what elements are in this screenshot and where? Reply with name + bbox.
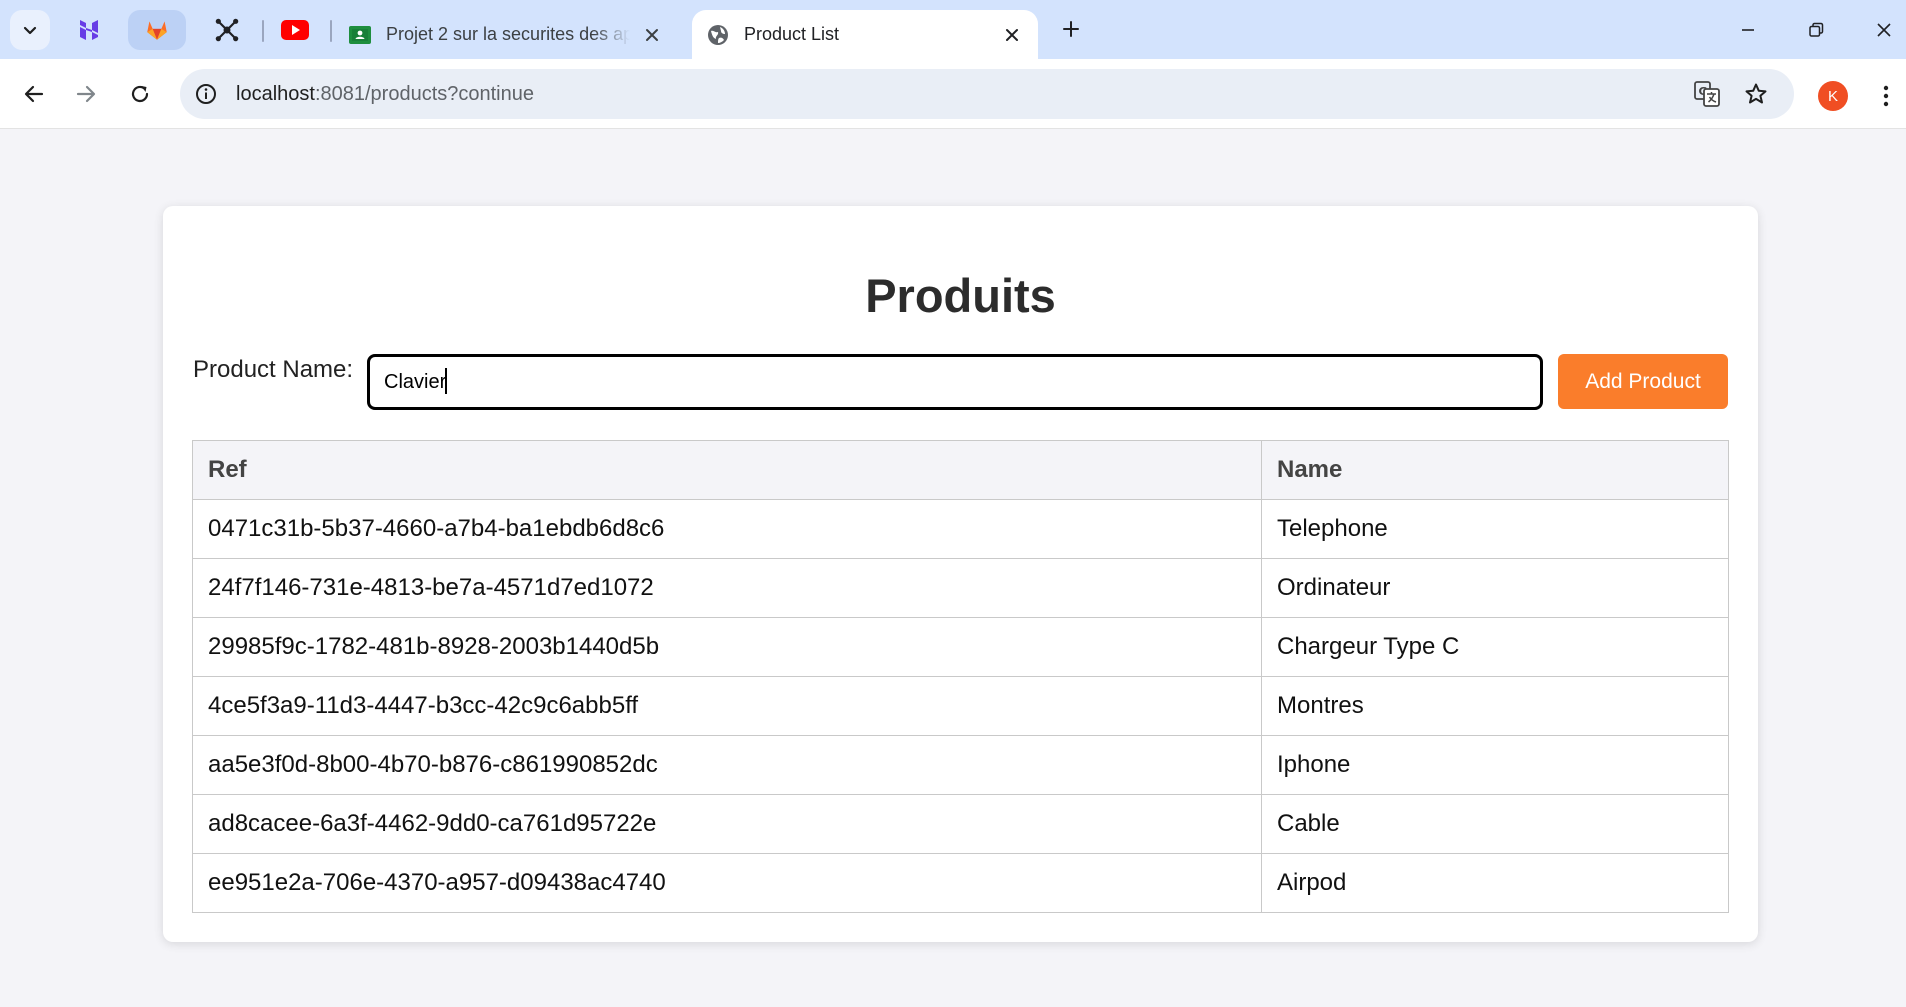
ref-cell: aa5e3f0d-8b00-4b70-b876-c861990852dc	[192, 735, 1262, 795]
column-header-ref: Ref	[192, 440, 1262, 500]
reload-icon	[131, 85, 149, 103]
forward-button[interactable]	[66, 74, 106, 114]
url-host: localhost	[236, 83, 315, 105]
tab-separator	[262, 20, 264, 42]
restore-button[interactable]	[1798, 12, 1834, 48]
name-cell: Ordinateur	[1261, 558, 1729, 618]
close-tab-button[interactable]	[640, 23, 664, 47]
pinned-tab-youtube[interactable]	[266, 10, 324, 50]
translate-icon: G	[1694, 81, 1720, 107]
name-cell: Airpod	[1261, 853, 1729, 913]
close-window-button[interactable]	[1866, 12, 1902, 48]
more-vertical-icon	[1883, 85, 1889, 107]
minimize-icon	[1742, 29, 1754, 31]
url-path: :8081/products?continue	[314, 83, 534, 105]
ref-cell: 29985f9c-1782-481b-8928-2003b1440d5b	[192, 617, 1262, 677]
text-caret	[445, 368, 447, 394]
ref-cell: 0471c31b-5b37-4660-a7b4-ba1ebdb6d8c6	[192, 499, 1262, 559]
ref-cell: ad8cacee-6a3f-4462-9dd0-ca761d95722e	[192, 794, 1262, 854]
table-row: 4ce5f3a9-11d3-4447-b3cc-42c9c6abb5ff Mont…	[192, 676, 1729, 736]
ref-cell: ee951e2a-706e-4370-a957-d09438ac4740	[192, 853, 1262, 913]
table-row: 29985f9c-1782-481b-8928-2003b1440d5b Char…	[192, 617, 1729, 677]
tab-title: Projet 2 sur la securites des applicatio	[386, 24, 630, 44]
close-tab-button[interactable]	[1000, 23, 1024, 47]
address-bar[interactable]: localhost:8081/products?continue G	[180, 69, 1794, 119]
minimize-button[interactable]	[1730, 12, 1766, 48]
tab-title: Product List	[744, 24, 840, 44]
restore-icon	[1809, 22, 1824, 37]
products-card: Produits Product Name: Add Product Ref N…	[163, 206, 1758, 942]
close-icon	[1006, 28, 1018, 41]
table-row: ad8cacee-6a3f-4462-9dd0-ca761d95722e Cabl…	[192, 794, 1729, 854]
plus-icon	[1063, 21, 1079, 37]
star-icon	[1745, 83, 1767, 104]
globe-icon	[708, 24, 728, 45]
table-row: 0471c31b-5b37-4660-a7b4-ba1ebdb6d8c6 Tele…	[192, 499, 1729, 559]
tab-strip: Projet 2 sur la securites des applicatio…	[0, 0, 1906, 59]
table-row: 24f7f146-731e-4813-be7a-4571d7ed1072 Ordi…	[192, 558, 1729, 618]
tab-product-list[interactable]: Product List	[692, 10, 1038, 59]
arrow-left-icon	[24, 85, 44, 103]
chevron-down-icon	[23, 26, 37, 35]
table-row: ee951e2a-706e-4370-a957-d09438ac4740 Airp…	[192, 853, 1729, 913]
youtube-icon	[281, 20, 309, 40]
product-name-input[interactable]	[367, 354, 1543, 410]
name-cell: Telephone	[1261, 499, 1729, 559]
close-icon	[646, 28, 658, 41]
tab-separator	[330, 20, 332, 42]
gitlab-icon	[147, 21, 167, 40]
product-name-label: Product Name:	[193, 356, 354, 383]
url-text: localhost:8081/products?continue	[236, 83, 534, 106]
page-title: Produits	[865, 269, 1056, 322]
arrow-right-icon	[76, 85, 96, 103]
name-cell: Montres	[1261, 676, 1729, 736]
google-classroom-icon	[349, 25, 371, 44]
new-tab-button[interactable]	[1056, 14, 1086, 44]
ref-cell: 24f7f146-731e-4813-be7a-4571d7ed1072	[192, 558, 1262, 618]
info-icon	[196, 84, 216, 104]
browser-toolbar: localhost:8081/products?continue G K	[0, 59, 1906, 129]
bookmark-star-button[interactable]	[1743, 81, 1769, 107]
column-header-name: Name	[1261, 440, 1729, 500]
hostinger-icon	[80, 20, 98, 40]
pinned-tab-hostinger[interactable]	[60, 10, 118, 50]
ref-cell: 4ce5f3a9-11d3-4447-b3cc-42c9c6abb5ff	[192, 676, 1262, 736]
back-button[interactable]	[14, 74, 54, 114]
name-cell: Iphone	[1261, 735, 1729, 795]
reload-button[interactable]	[120, 74, 160, 114]
name-cell: Cable	[1261, 794, 1729, 854]
table-header-row: Ref Name	[192, 440, 1729, 500]
pinned-tab-network[interactable]	[198, 10, 256, 50]
tab-projet[interactable]: Projet 2 sur la securites des applicatio	[334, 10, 678, 59]
products-table: Ref Name 0471c31b-5b37-4660-a7b4-ba1ebdb…	[192, 440, 1729, 913]
profile-avatar[interactable]: K	[1818, 81, 1848, 111]
table-row: aa5e3f0d-8b00-4b70-b876-c861990852dc Ipho…	[192, 735, 1729, 795]
pinned-tab-gitlab[interactable]	[128, 10, 186, 50]
translate-button[interactable]: G	[1694, 81, 1720, 107]
network-hub-icon	[215, 18, 239, 42]
close-window-icon	[1877, 23, 1891, 37]
tab-search-button[interactable]	[10, 10, 50, 50]
site-info-button[interactable]	[194, 82, 218, 106]
name-cell: Chargeur Type C	[1261, 617, 1729, 677]
add-product-button[interactable]: Add Product	[1558, 354, 1728, 409]
browser-menu-button[interactable]	[1872, 79, 1900, 113]
